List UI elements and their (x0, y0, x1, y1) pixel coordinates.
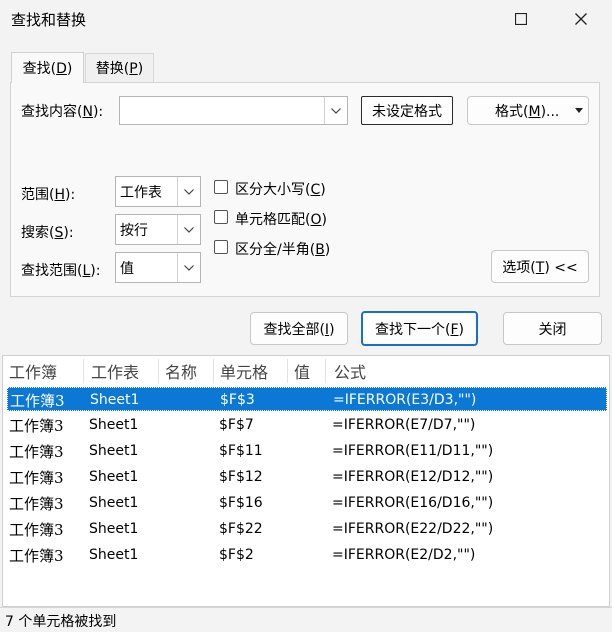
cell-address: $F$11 (219, 443, 263, 459)
cell-sheet: Sheet1 (89, 469, 139, 485)
cell-formula: =IFERROR(E11/D11,"") (332, 443, 494, 459)
table-row[interactable]: 工作簿3 Sheet1 $F$12 =IFERROR(E12/D12,"") (7, 465, 607, 489)
cell-sheet: Sheet1 (89, 495, 139, 511)
cell-sheet: Sheet1 (89, 547, 139, 563)
col-header-formula[interactable]: 公式 (334, 356, 366, 386)
find-all-button[interactable]: 查找全部(I) (250, 312, 348, 345)
col-header-workbook[interactable]: 工作簿 (9, 356, 57, 386)
table-row[interactable]: 工作簿3 Sheet1 $F$2 =IFERROR(E2/D2,"") (7, 543, 607, 567)
cell-formula: =IFERROR(E3/D3,"") (333, 392, 477, 408)
options-toggle-button[interactable]: 选项(T) << (491, 250, 589, 283)
match-cell-label[interactable]: 单元格匹配(O) (235, 209, 327, 229)
cell-formula: =IFERROR(E12/D12,"") (332, 469, 494, 485)
close-button-label: 关闭 (538, 321, 567, 338)
cell-sheet: Sheet1 (89, 443, 139, 459)
maximize-icon (515, 13, 527, 25)
cell-workbook: 工作簿3 (9, 494, 64, 513)
cell-formula: =IFERROR(E7/D7,"") (332, 417, 476, 433)
search-order-value: 按行 (120, 222, 148, 239)
cell-address: $F$12 (219, 469, 263, 485)
window-title: 查找和替换 (11, 11, 87, 29)
search-order-select[interactable]: 按行 (115, 214, 201, 245)
cell-sheet: Sheet1 (90, 392, 140, 408)
format-button[interactable]: 格式(M)... (467, 96, 589, 125)
tab-find[interactable]: 查找(D) (11, 52, 84, 83)
col-separator[interactable] (213, 359, 214, 383)
results-list[interactable]: 工作簿 工作表 名称 单元格 值 公式 工作簿3 Sheet1 $F$3 =IFERR… (2, 355, 610, 607)
col-separator[interactable] (287, 359, 288, 383)
match-case-checkbox[interactable] (214, 180, 228, 194)
search-order-label: 搜索(S): (21, 225, 74, 241)
look-in-dropdown-arrow[interactable] (177, 253, 200, 282)
table-row[interactable]: 工作簿3 Sheet1 $F$11 =IFERROR(E11/D11,"") (7, 439, 607, 463)
format-preview: 未设定格式 (361, 96, 453, 125)
cell-workbook: 工作簿3 (9, 546, 64, 565)
close-button[interactable]: 关闭 (503, 312, 602, 345)
chevron-down-icon (184, 226, 194, 233)
maximize-button[interactable] (498, 0, 544, 38)
find-next-label: 查找下一个(F) (375, 321, 464, 338)
status-text: 7 个单元格被找到 (5, 614, 117, 630)
table-row[interactable]: 工作簿3 Sheet1 $F$3 =IFERROR(E3/D3,"") (7, 387, 607, 411)
cell-address: $F$3 (220, 392, 255, 408)
col-header-name[interactable]: 名称 (165, 356, 197, 386)
find-history-dropdown[interactable] (324, 97, 347, 124)
chevron-down-icon (575, 108, 583, 113)
tab-replace[interactable]: 替换(P) (85, 53, 154, 82)
match-width-label[interactable]: 区分全/半角(B) (235, 239, 330, 259)
look-in-label: 查找范围(L): (21, 263, 101, 279)
match-case-label[interactable]: 区分大小写(C) (235, 179, 326, 199)
chevron-down-icon (184, 264, 194, 271)
match-cell-checkbox[interactable] (214, 210, 228, 224)
scope-label: 范围(H): (21, 187, 76, 203)
cell-sheet: Sheet1 (89, 417, 139, 433)
tab-find-label: 查找(D) (22, 61, 73, 77)
table-row[interactable]: 工作簿3 Sheet1 $F$22 =IFERROR(E22/D22,"") (7, 517, 607, 541)
find-all-label: 查找全部(I) (263, 321, 335, 338)
cell-address: $F$7 (219, 417, 254, 433)
find-next-button[interactable]: 查找下一个(F) (361, 311, 478, 346)
cell-workbook: 工作簿3 (9, 416, 64, 435)
find-what-label: 查找内容(N): (21, 104, 104, 120)
cell-address: $F$16 (219, 495, 263, 511)
cell-formula: =IFERROR(E2/D2,"") (332, 547, 476, 563)
status-bar: 7 个单元格被找到 (0, 607, 612, 632)
col-header-sheet[interactable]: 工作表 (91, 356, 139, 386)
cell-formula: =IFERROR(E22/D22,"") (332, 521, 494, 537)
scope-dropdown-arrow[interactable] (177, 177, 200, 206)
search-order-dropdown-arrow[interactable] (177, 215, 200, 244)
close-window-button[interactable] (558, 0, 604, 38)
format-button-label: 格式(M)... (495, 103, 560, 120)
cell-workbook: 工作簿3 (9, 442, 64, 461)
col-separator[interactable] (83, 359, 84, 383)
find-what-input[interactable] (119, 96, 348, 125)
match-width-checkbox[interactable] (214, 240, 228, 254)
cell-address: $F$2 (219, 547, 254, 563)
chevron-down-icon (331, 107, 341, 114)
cell-sheet: Sheet1 (89, 521, 139, 537)
look-in-value: 值 (120, 260, 134, 277)
format-preview-label: 未设定格式 (372, 103, 442, 120)
table-row[interactable]: 工作簿3 Sheet1 $F$7 =IFERROR(E7/D7,"") (7, 413, 607, 437)
cell-workbook: 工作簿3 (10, 391, 65, 410)
look-in-select[interactable]: 值 (115, 252, 201, 283)
col-header-cell[interactable]: 单元格 (220, 356, 268, 386)
scope-value: 工作表 (120, 184, 162, 201)
close-icon (575, 13, 587, 25)
col-separator[interactable] (325, 359, 326, 383)
cell-workbook: 工作簿3 (9, 520, 64, 539)
col-header-value[interactable]: 值 (294, 356, 310, 386)
cell-formula: =IFERROR(E16/D16,"") (332, 495, 494, 511)
scope-select[interactable]: 工作表 (115, 176, 201, 207)
cell-workbook: 工作簿3 (9, 468, 64, 487)
options-toggle-label: 选项(T) << (502, 259, 578, 276)
col-separator[interactable] (158, 359, 159, 383)
cell-address: $F$22 (219, 521, 263, 537)
table-row[interactable]: 工作簿3 Sheet1 $F$16 =IFERROR(E16/D16,"") (7, 491, 607, 515)
chevron-down-icon (184, 188, 194, 195)
tab-replace-label: 替换(P) (95, 61, 144, 77)
